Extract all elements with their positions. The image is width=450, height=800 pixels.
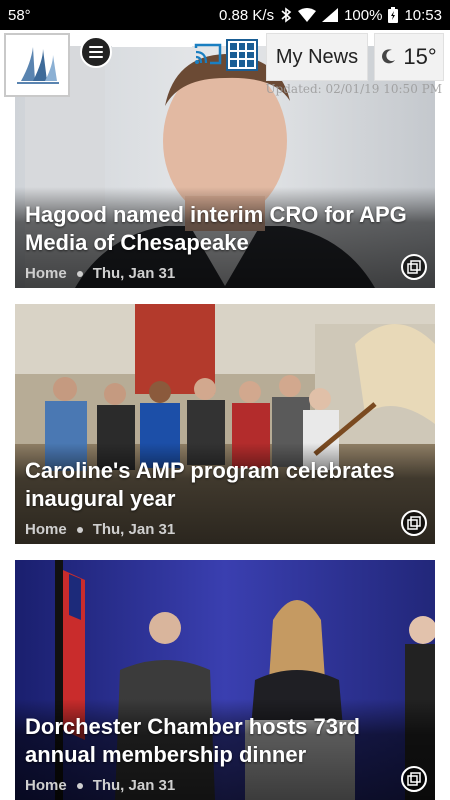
app-header: My News 15° Updated: 02/01/19 10:50 PM bbox=[0, 30, 450, 100]
article-date: Thu, Jan 31 bbox=[92, 265, 176, 282]
meta-separator bbox=[76, 526, 83, 533]
article-caption-2: Caroline's AMP program celebrates inaugu… bbox=[15, 443, 435, 544]
moon-weather-icon bbox=[381, 44, 397, 70]
article-section[interactable]: Home bbox=[25, 521, 67, 538]
article-caption-1: Hagood named interim CRO for APG Media o… bbox=[15, 187, 435, 288]
updated-timestamp: Updated: 02/01/19 10:50 PM bbox=[265, 82, 442, 96]
battery-percent: 100% bbox=[344, 6, 383, 24]
meta-separator bbox=[76, 782, 83, 789]
weather-temperature: 15° bbox=[403, 44, 437, 69]
article-card-3[interactable]: Dorchester Chamber hosts 73rd annual mem… bbox=[15, 560, 435, 800]
article-meta: Home Thu, Jan 31 bbox=[25, 777, 425, 794]
article-meta: Home Thu, Jan 31 bbox=[25, 265, 425, 282]
article-section[interactable]: Home bbox=[25, 265, 67, 282]
wifi-icon bbox=[298, 8, 317, 22]
meta-separator bbox=[76, 270, 83, 277]
gallery-icon[interactable] bbox=[401, 766, 427, 792]
article-card-2[interactable]: Caroline's AMP program celebrates inaugu… bbox=[15, 304, 435, 544]
status-bar: 58° 0.88 K/s 100% 10:53 bbox=[0, 0, 450, 30]
status-temperature: 58° bbox=[8, 6, 31, 24]
header-divider bbox=[112, 42, 192, 47]
sailboat-logo[interactable] bbox=[4, 33, 70, 97]
weather-button[interactable]: 15° bbox=[374, 33, 444, 81]
my-news-button[interactable]: My News bbox=[266, 33, 368, 81]
article-section[interactable]: Home bbox=[25, 777, 67, 794]
cast-icon[interactable] bbox=[194, 42, 222, 66]
article-date: Thu, Jan 31 bbox=[92, 777, 176, 794]
bluetooth-icon bbox=[280, 7, 292, 23]
clock: 10:53 bbox=[404, 6, 442, 24]
network-speed: 0.88 K/s bbox=[219, 6, 275, 24]
article-title[interactable]: Hagood named interim CRO for APG Media o… bbox=[25, 187, 425, 257]
article-caption-3: Dorchester Chamber hosts 73rd annual mem… bbox=[15, 699, 435, 800]
grid-view-icon[interactable] bbox=[226, 39, 258, 71]
gallery-icon[interactable] bbox=[401, 510, 427, 536]
article-date: Thu, Jan 31 bbox=[92, 521, 176, 538]
article-title[interactable]: Dorchester Chamber hosts 73rd annual mem… bbox=[25, 699, 425, 769]
article-title[interactable]: Caroline's AMP program celebrates inaugu… bbox=[25, 443, 425, 513]
gallery-icon[interactable] bbox=[401, 254, 427, 280]
battery-icon bbox=[388, 7, 399, 23]
hamburger-menu-icon[interactable] bbox=[80, 36, 112, 68]
article-meta: Home Thu, Jan 31 bbox=[25, 521, 425, 538]
signal-icon bbox=[322, 8, 339, 22]
